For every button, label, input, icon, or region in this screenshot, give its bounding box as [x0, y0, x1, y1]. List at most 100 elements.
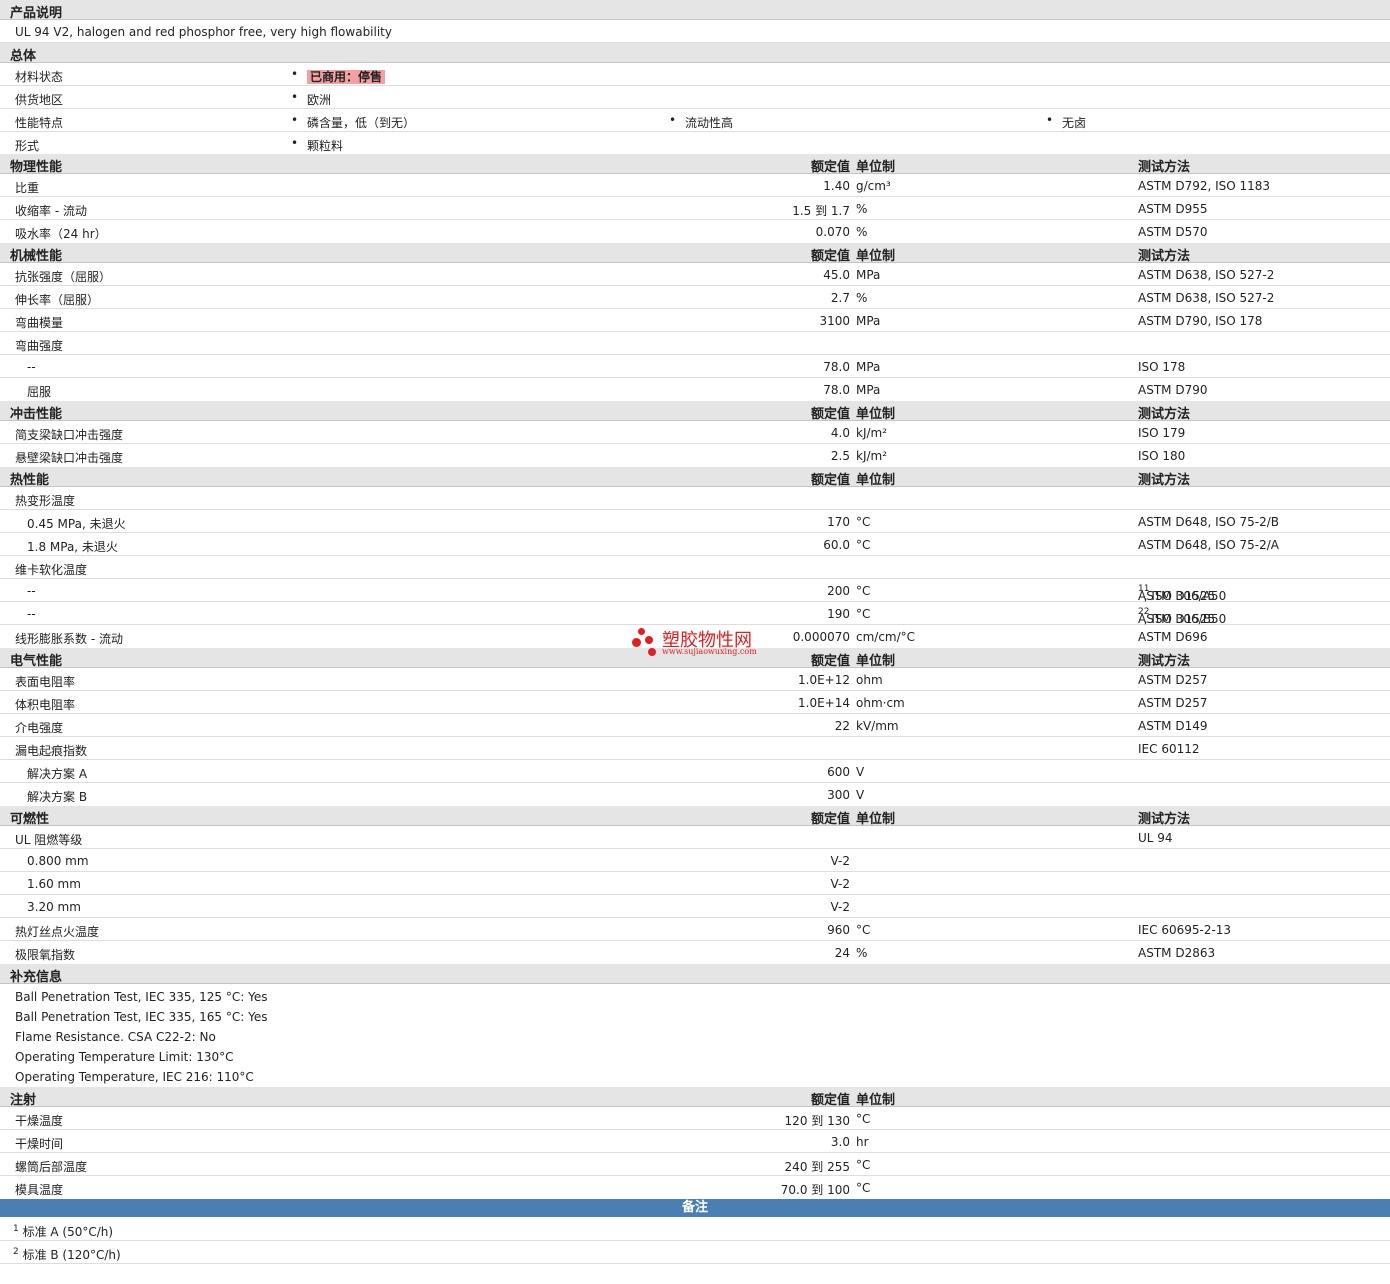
method-header: 测试方法	[1138, 407, 1191, 422]
table-row: 维卡软化温度	[0, 556, 1390, 579]
row-unit: ohm	[856, 673, 883, 687]
logo-dot	[645, 636, 653, 644]
table-row: 吸水率（24 hr） 0.070 % ASTM D570	[0, 220, 1390, 243]
row-value: 0.070	[815, 225, 850, 239]
unit-header: 单位制	[856, 249, 896, 264]
section-header-impact: 冲击性能 额定值 单位制 测试方法	[0, 401, 1390, 422]
row-value: 600	[827, 765, 850, 779]
table-row: UL 阻燃等级 UL 94	[0, 826, 1390, 849]
footnote-ref: 1	[13, 1224, 19, 1234]
row-unit: °C	[856, 923, 871, 937]
row-label: 形式	[15, 139, 40, 153]
description-text: UL 94 V2, halogen and red phosphor free,…	[15, 25, 392, 39]
table-row: 表面电阻率 1.0E+12 ohm ASTM D257	[0, 668, 1390, 691]
row-value: 70.0 到 100	[780, 1183, 850, 1197]
table-row: 极限氧指数 24 % ASTM D2863	[0, 941, 1390, 964]
row-unit: kV/mm	[856, 719, 899, 733]
row-method: ASTM D638, ISO 527-2	[1138, 268, 1275, 282]
section-header-mechanical: 机械性能 额定值 单位制 测试方法	[0, 243, 1390, 264]
row-method: ISO 180	[1138, 449, 1186, 463]
row-unit: kJ/m²	[856, 449, 888, 463]
value-header: 额定值	[810, 407, 850, 422]
row-value: V-2	[830, 854, 850, 868]
section-title: 补充信息	[10, 970, 63, 985]
row-label: 极限氧指数	[15, 948, 76, 962]
row-method: ASTM D570	[1138, 225, 1208, 239]
row-label: 弯曲模量	[15, 316, 64, 330]
logo-dot	[632, 638, 641, 647]
table-row: 介电强度 22 kV/mm ASTM D149	[0, 714, 1390, 737]
section-title: 物理性能	[10, 160, 63, 175]
table-row: -- 200 °C ASTM D1525 1, ISO 306/A50 1	[0, 579, 1390, 603]
row-value: 120 到 130	[784, 1114, 850, 1128]
section-header-thermal: 热性能 额定值 单位制 测试方法	[0, 467, 1390, 488]
row-label: 干燥时间	[15, 1137, 64, 1151]
row-label: 抗张强度（屈服）	[15, 270, 112, 284]
row-label: 体积电阻率	[15, 698, 76, 712]
row-label: 伸长率（屈服）	[15, 293, 100, 307]
row-method: ASTM D638, ISO 527-2	[1138, 291, 1275, 305]
section-header-supplement: 补充信息	[0, 964, 1390, 985]
table-row: 悬壁梁缺口冲击强度 2.5 kJ/m² ISO 180	[0, 444, 1390, 467]
watermark-logo: 塑胶物性网 www.sujiaowuxing.com	[632, 628, 772, 662]
unit-header: 单位制	[856, 654, 896, 669]
general-row-form: 形式 颗粒料	[0, 132, 1390, 155]
row-label: 悬壁梁缺口冲击强度	[15, 451, 124, 465]
table-row: 0.800 mm V-2	[0, 849, 1390, 872]
row-value: 3100	[819, 314, 850, 328]
row-unit: %	[856, 202, 868, 216]
row-unit: cm/cm/°C	[856, 630, 916, 644]
watermark-url: www.sujiaowuxing.com	[662, 647, 757, 656]
table-row: 干燥温度 120 到 130 °C	[0, 1107, 1390, 1130]
table-row: 弯曲模量 3100 MPa ASTM D790, ISO 178	[0, 309, 1390, 332]
row-method: ASTM D648, ISO 75-2/B	[1138, 515, 1280, 529]
row-label: 漏电起痕指数	[15, 744, 88, 758]
feature-item: 磷含量，低（到无）	[291, 113, 415, 131]
row-label: 材料状态	[15, 70, 64, 84]
table-row: -- 78.0 MPa ISO 178	[0, 355, 1390, 378]
table-row: 解决方案 A 600 V	[0, 760, 1390, 783]
table-row: 1.60 mm V-2	[0, 872, 1390, 895]
section-title: 冲击性能	[10, 407, 63, 422]
feature-item: 流动性高	[669, 113, 733, 131]
row-label: 弯曲强度	[15, 339, 64, 353]
row-unit: %	[856, 225, 868, 239]
general-row-features: 性能特点 磷含量，低（到无） 流动性高 无卤	[0, 109, 1390, 132]
note-row: 2 标准 B (120°C/h)	[0, 1241, 1390, 1264]
description-row: UL 94 V2, halogen and red phosphor free,…	[0, 20, 1390, 43]
row-label: 1.8 MPa, 未退火	[27, 540, 118, 554]
status-badge: 已商用：停售	[307, 70, 386, 84]
table-row: 比重 1.40 g/cm³ ASTM D792, ISO 1183	[0, 174, 1390, 197]
value-header: 额定值	[810, 473, 850, 488]
row-unit: °C	[856, 1158, 871, 1172]
row-label: 线形膨胀系数 - 流动	[15, 632, 123, 646]
row-label: 热变形温度	[15, 494, 76, 508]
method-header: 测试方法	[1138, 812, 1191, 827]
row-label: 收缩率 - 流动	[15, 204, 87, 218]
row-label: 介电强度	[15, 721, 64, 735]
table-row: 屈服 78.0 MPa ASTM D790	[0, 378, 1390, 401]
row-label: 供货地区	[15, 93, 64, 107]
row-method: UL 94	[1138, 831, 1173, 845]
row-value: V-2	[830, 900, 850, 914]
section-header-physical: 物理性能 额定值 单位制 测试方法	[0, 154, 1390, 175]
row-label: 模具温度	[15, 1183, 64, 1197]
row-method: ASTM D648, ISO 75-2/A	[1138, 538, 1279, 552]
table-row: 热变形温度	[0, 487, 1390, 510]
row-value: 200	[827, 584, 850, 598]
row-value: 1.0E+14	[798, 696, 850, 710]
row-label: 解决方案 B	[27, 790, 88, 804]
row-value: 240 到 255	[784, 1160, 850, 1174]
row-method: IEC 60112	[1138, 742, 1200, 756]
row-value: 2.7	[830, 291, 850, 305]
row-value: 4.0	[830, 426, 850, 440]
row-label: 简支梁缺口冲击强度	[15, 428, 124, 442]
row-label: 吸水率（24 hr）	[15, 227, 107, 241]
supplement-line: Operating Temperature, IEC 216: 110°C	[15, 1070, 254, 1084]
value-header: 额定值	[810, 812, 850, 827]
supplement-line: Operating Temperature Limit: 130°C	[15, 1050, 234, 1064]
row-unit: MPa	[856, 383, 881, 397]
row-value: 1.40	[823, 179, 850, 193]
section-header-description: 产品说明	[0, 0, 1390, 21]
row-unit: ohm·cm	[856, 696, 905, 710]
